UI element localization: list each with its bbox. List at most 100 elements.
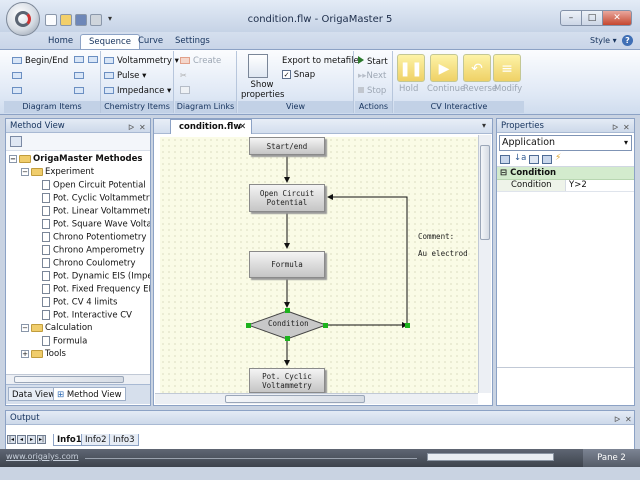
pin-icon[interactable]: ᐅ — [612, 121, 618, 135]
group-view: Show properties Export to metafile ✓ Sna… — [238, 51, 359, 113]
property-category[interactable]: ⊟ Condition — [497, 167, 634, 180]
tree-calculation[interactable]: − Calculation — [21, 323, 92, 333]
stop-button[interactable]: Stop — [358, 86, 386, 96]
tree-item[interactable]: Chrono Amperometry — [42, 245, 145, 256]
tree-item[interactable]: Pot. Linear Voltammetry — [42, 206, 150, 217]
tree-item-label: Chrono Potentiometry — [53, 232, 147, 243]
start-button[interactable]: Start — [358, 56, 388, 67]
sort-alpha-icon[interactable]: ↓a — [514, 153, 526, 163]
properties-icon[interactable] — [542, 155, 552, 164]
help-icon[interactable]: ? — [622, 35, 633, 46]
pulse-dropdown[interactable]: Pulse ▾ — [104, 71, 146, 81]
tab-info3[interactable]: Info3 — [109, 434, 139, 446]
close-button[interactable]: ✕ — [602, 10, 632, 26]
show-properties-button[interactable]: Show properties — [241, 80, 284, 100]
modify-label: Modify — [494, 84, 523, 94]
tree-experiment[interactable]: − Experiment — [21, 167, 94, 177]
close-icon[interactable]: ✕ — [625, 413, 632, 427]
application-menu-button[interactable] — [6, 2, 40, 36]
website-link[interactable]: www.origalys.com — [6, 452, 79, 461]
tab-method-view[interactable]: ⊞ Method View — [53, 387, 126, 401]
snap-checkbox[interactable]: ✓ Snap — [282, 70, 315, 80]
node-pot-cyclic-voltammetry[interactable]: Pot. Cyclic Voltammetry — [249, 368, 325, 393]
close-icon[interactable]: ✕ — [239, 120, 246, 134]
up-arrow-icon[interactable] — [74, 87, 84, 94]
voltammetry-dropdown[interactable]: Voltammetry ▾ — [104, 56, 179, 66]
expand-icon[interactable]: + — [21, 349, 29, 358]
tree-item[interactable]: Pot. Interactive CV — [42, 310, 132, 321]
create-link-button[interactable]: Create — [180, 56, 221, 66]
next-label: Next — [366, 71, 387, 81]
tab-info2[interactable]: Info2 — [81, 434, 111, 446]
node-formula[interactable]: Formula — [249, 251, 325, 278]
node-condition-label[interactable]: Condition — [268, 319, 309, 328]
continue-play-icon[interactable]: ▶ — [430, 54, 458, 82]
dropdown-chevron-icon[interactable]: ▾ — [624, 138, 628, 147]
toolbar-icon[interactable] — [10, 136, 22, 147]
link-icon[interactable] — [180, 86, 190, 94]
tab-settings[interactable]: Settings — [167, 34, 218, 49]
export-metafile-button[interactable]: Export to metafile — [282, 56, 359, 66]
tab-list-chevron-icon[interactable]: ▾ — [482, 121, 486, 130]
tab-home[interactable]: Home — [40, 34, 81, 49]
object-selector[interactable]: Application ▾ — [499, 135, 632, 151]
tab-curve[interactable]: Curve — [130, 34, 171, 49]
tree-item[interactable]: Pot. CV 4 limits — [42, 297, 117, 308]
tree-experiment-label: Experiment — [45, 167, 95, 177]
style-menu[interactable]: Style ▾ — [590, 36, 617, 45]
tree-tools[interactable]: + Tools — [21, 349, 66, 359]
canvas-hscroll[interactable] — [155, 393, 478, 404]
tree-item[interactable]: Formula — [42, 336, 87, 347]
pin-icon[interactable]: ᐅ — [614, 413, 620, 427]
pause-icon[interactable]: ❚❚ — [397, 54, 425, 82]
document-icon — [42, 180, 50, 190]
tree-item[interactable]: Pot. Fixed Frequency EIS — [42, 284, 150, 295]
tab-data-view[interactable]: Data View — [8, 387, 60, 401]
canvas-vscroll[interactable] — [478, 135, 491, 393]
property-row[interactable]: Condition Y>2 — [497, 180, 634, 192]
next-button[interactable]: ▸▸Next — [358, 71, 386, 81]
scroll-thumb[interactable] — [480, 145, 490, 240]
collapse-icon[interactable]: − — [21, 323, 29, 332]
property-value[interactable]: Y>2 — [569, 180, 587, 191]
maximize-button[interactable]: □ — [581, 10, 603, 26]
method-view-hscroll[interactable] — [6, 374, 150, 384]
tree-item[interactable]: Chrono Potentiometry — [42, 232, 146, 243]
node-icon[interactable] — [12, 72, 22, 79]
minimize-button[interactable]: – — [560, 10, 582, 26]
document-tab[interactable]: condition.flw ✕ — [170, 119, 252, 134]
next-tab-icon[interactable]: ▸ — [27, 435, 36, 444]
tree-item[interactable]: Pot. Dynamic EIS (Impe... — [42, 271, 150, 282]
property-pages-icon[interactable] — [529, 155, 539, 164]
node-start-end[interactable]: Start/end — [249, 137, 325, 155]
tree-item[interactable]: Chrono Coulometry — [42, 258, 136, 269]
reverse-icon[interactable]: ↶ — [463, 54, 491, 82]
first-tab-icon[interactable]: |◂ — [7, 435, 16, 444]
arrow-icon[interactable] — [88, 56, 98, 63]
collapse-icon[interactable]: − — [21, 167, 29, 176]
group-actions: Start ▸▸Next Stop Actions — [355, 51, 393, 113]
modify-icon[interactable]: ≡ — [493, 54, 521, 82]
tree-item[interactable]: Open Circuit Potential — [42, 180, 146, 191]
node-icon[interactable] — [74, 72, 84, 79]
node-open-circuit-potential[interactable]: Open Circuit Potential — [249, 184, 325, 212]
impedance-dropdown[interactable]: Impedance ▾ — [104, 86, 171, 96]
last-tab-icon[interactable]: ▸| — [37, 435, 46, 444]
tree-root[interactable]: − OrigaMaster Methodes — [9, 154, 142, 164]
prev-tab-icon[interactable]: ◂ — [17, 435, 26, 444]
arrow-icon[interactable] — [74, 56, 84, 63]
collapse-icon[interactable]: ⊟ — [500, 168, 507, 178]
scroll-thumb[interactable] — [14, 376, 124, 383]
tree-item[interactable]: Pot. Square Wave Volta... — [42, 219, 150, 230]
node-icon[interactable] — [12, 87, 22, 94]
flow-diagram-canvas[interactable]: Start/end Open Circuit Potential Formula… — [160, 137, 478, 393]
scroll-thumb[interactable] — [225, 395, 365, 403]
events-lightning-icon[interactable]: ⚡ — [555, 153, 561, 163]
tree-item[interactable]: Pot. Cyclic Voltammetry — [42, 193, 150, 204]
close-icon[interactable]: ✕ — [623, 121, 630, 135]
cut-icon[interactable]: ✂ — [180, 71, 190, 80]
categorized-icon[interactable] — [500, 155, 510, 164]
collapse-icon[interactable]: − — [9, 154, 17, 163]
begin-end-label: Begin/End — [25, 56, 69, 66]
begin-end-button[interactable]: Begin/End — [12, 56, 68, 66]
